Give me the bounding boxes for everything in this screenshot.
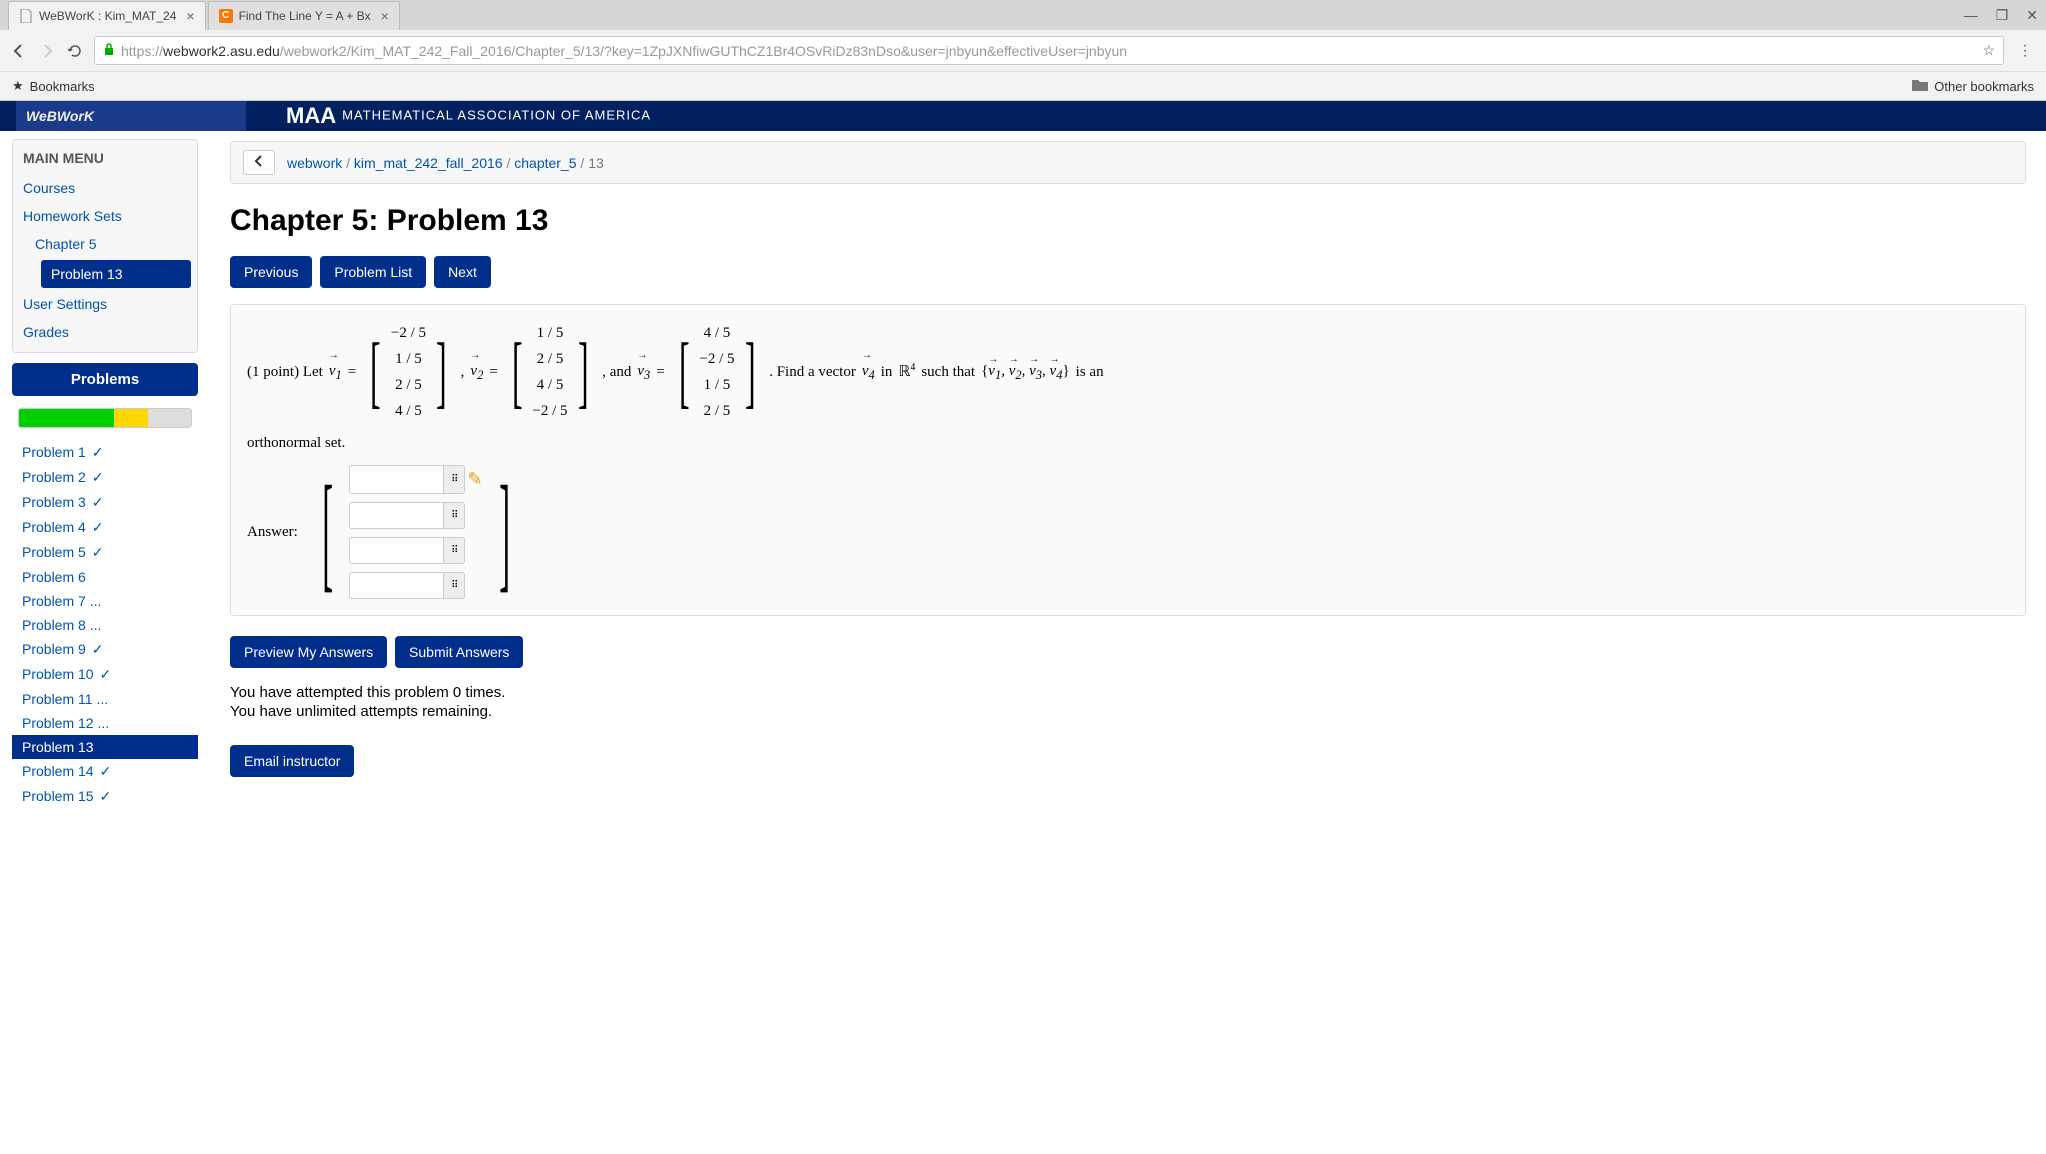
breadcrumb-bar: webwork / kim_mat_242_fall_2016 / chapte… [230,141,2026,184]
sidebar: MAIN MENU Courses Homework Sets Chapter … [0,131,210,1154]
problem-list-item[interactable]: Problem 15 ✓ [12,784,198,809]
progress-bar [18,408,192,428]
main-menu-box: MAIN MENU Courses Homework Sets Chapter … [12,139,198,353]
problem-nav-buttons: Previous Problem List Next [230,256,2026,288]
breadcrumb-back-button[interactable] [243,150,275,175]
next-button[interactable]: Next [434,256,491,288]
problem-list-item[interactable]: Problem 8 ... [12,613,198,637]
email-instructor-button[interactable]: Email instructor [230,745,354,777]
keyboard-icon[interactable]: ⠿ [444,572,465,599]
problem-list-item[interactable]: Problem 5 ✓ [12,540,198,565]
tab-bar: WeBWorK : Kim_MAT_24 × C Find The Line Y… [0,0,2046,30]
problem-list-item[interactable]: Problem 7 ... [12,589,198,613]
keyboard-icon[interactable]: ⠿ [444,465,465,494]
other-bookmarks[interactable]: Other bookmarks [1912,79,2034,94]
problem-statement: (1 point) Let v1 = [ −2 / 51 / 52 / 54 /… [230,304,2026,616]
close-window-icon[interactable]: ✕ [2026,7,2038,24]
back-button[interactable] [10,42,28,60]
problem-list-item[interactable]: Problem 9 ✓ [12,637,198,662]
problem-list-item[interactable]: Problem 4 ✓ [12,515,198,540]
folder-icon [1912,79,1928,94]
pencil-icon[interactable]: ✎ [467,465,482,494]
sidebar-item-homework-sets[interactable]: Homework Sets [13,202,197,230]
progress-gray [148,409,191,427]
problem-list-item[interactable]: Problem 13 [12,735,198,759]
problem-list-item[interactable]: Problem 12 ... [12,711,198,735]
preview-button[interactable]: Preview My Answers [230,636,387,668]
menu-icon[interactable]: ⋮ [2014,42,2036,59]
answer-input-2[interactable] [349,502,444,529]
vector-v3: [ 4 / 5−2 / 51 / 52 / 5 ] [671,321,763,423]
answer-section: Answer: [ ⠿✎ ⠿ ⠿ ⠿ ] [247,465,2009,599]
restore-icon[interactable]: ❐ [1996,7,2009,24]
tab-title: Find The Line Y = A + Bx [239,9,371,23]
url-input[interactable]: https://webwork2.asu.edu/webwork2/Kim_MA… [94,36,2004,65]
close-icon[interactable]: × [186,8,194,24]
maa-header: WeBWorK MAAMATHEMATICAL ASSOCIATION OF A… [0,101,2046,131]
answer-input-4[interactable] [349,572,444,599]
sidebar-item-problem-13[interactable]: Problem 13 [41,260,191,288]
breadcrumb-course[interactable]: kim_mat_242_fall_2016 [354,155,503,171]
sidebar-item-courses[interactable]: Courses [13,174,197,202]
answer-input-3[interactable] [349,537,444,564]
problem-list-item[interactable]: Problem 3 ✓ [12,490,198,515]
problem-list-item[interactable]: Problem 10 ✓ [12,662,198,687]
forward-button[interactable] [38,42,56,60]
minimize-icon[interactable]: — [1964,7,1978,23]
problem-list-item[interactable]: Problem 2 ✓ [12,465,198,490]
attempts-info: You have attempted this problem 0 times.… [230,684,2026,720]
vector-v1: [ −2 / 51 / 52 / 54 / 5 ] [362,321,454,423]
breadcrumb-chapter[interactable]: chapter_5 [514,155,576,171]
main-menu-title: MAIN MENU [13,140,197,174]
previous-button[interactable]: Previous [230,256,312,288]
main-content: webwork / kim_mat_242_fall_2016 / chapte… [210,131,2046,1154]
problem-list-item[interactable]: Problem 6 [12,565,198,589]
maa-brand: MAAMATHEMATICAL ASSOCIATION OF AMERICA [286,103,651,129]
answer-input-1[interactable] [349,465,444,494]
page-title: Chapter 5: Problem 13 [230,204,2026,238]
lock-icon [103,42,115,59]
window-controls: — ❐ ✕ [1964,0,2038,30]
problem-list-button[interactable]: Problem List [320,256,426,288]
page-icon [19,9,33,23]
reload-button[interactable] [66,42,84,60]
problems-header: Problems [12,363,198,396]
keyboard-icon[interactable]: ⠿ [444,537,465,564]
star-icon[interactable]: ☆ [1982,42,1995,59]
vector-v2: [ 1 / 52 / 54 / 5−2 / 5 ] [504,321,596,423]
answer-label: Answer: [247,520,298,544]
star-solid-icon: ★ [12,78,24,94]
breadcrumb-current: 13 [588,155,604,171]
browser-tab-1[interactable]: WeBWorK : Kim_MAT_24 × [8,1,206,30]
address-bar: https://webwork2.asu.edu/webwork2/Kim_MA… [0,30,2046,71]
sidebar-item-chapter-5[interactable]: Chapter 5 [13,230,197,258]
chegg-icon: C [219,9,233,23]
submit-button[interactable]: Submit Answers [395,636,523,668]
breadcrumb-webwork[interactable]: webwork [287,155,342,171]
close-icon[interactable]: × [381,8,389,24]
sidebar-item-grades[interactable]: Grades [13,318,197,346]
webwork-logo: WeBWorK [16,101,246,131]
keyboard-icon[interactable]: ⠿ [444,502,465,529]
submit-buttons: Preview My Answers Submit Answers [230,636,2026,668]
bookmarks-menu[interactable]: ★ Bookmarks [12,78,95,94]
sidebar-item-user-settings[interactable]: User Settings [13,290,197,318]
bookmarks-bar: ★ Bookmarks Other bookmarks [0,71,2046,100]
tab-title: WeBWorK : Kim_MAT_24 [39,9,176,23]
progress-green [19,409,114,427]
problem-list: Problem 1 ✓Problem 2 ✓Problem 3 ✓Problem… [12,440,198,809]
problem-list-item[interactable]: Problem 14 ✓ [12,759,198,784]
problem-list-item[interactable]: Problem 11 ... [12,687,198,711]
browser-chrome: WeBWorK : Kim_MAT_24 × C Find The Line Y… [0,0,2046,101]
problem-list-item[interactable]: Problem 1 ✓ [12,440,198,465]
progress-yellow [114,409,148,427]
browser-tab-2[interactable]: C Find The Line Y = A + Bx × [208,1,400,30]
